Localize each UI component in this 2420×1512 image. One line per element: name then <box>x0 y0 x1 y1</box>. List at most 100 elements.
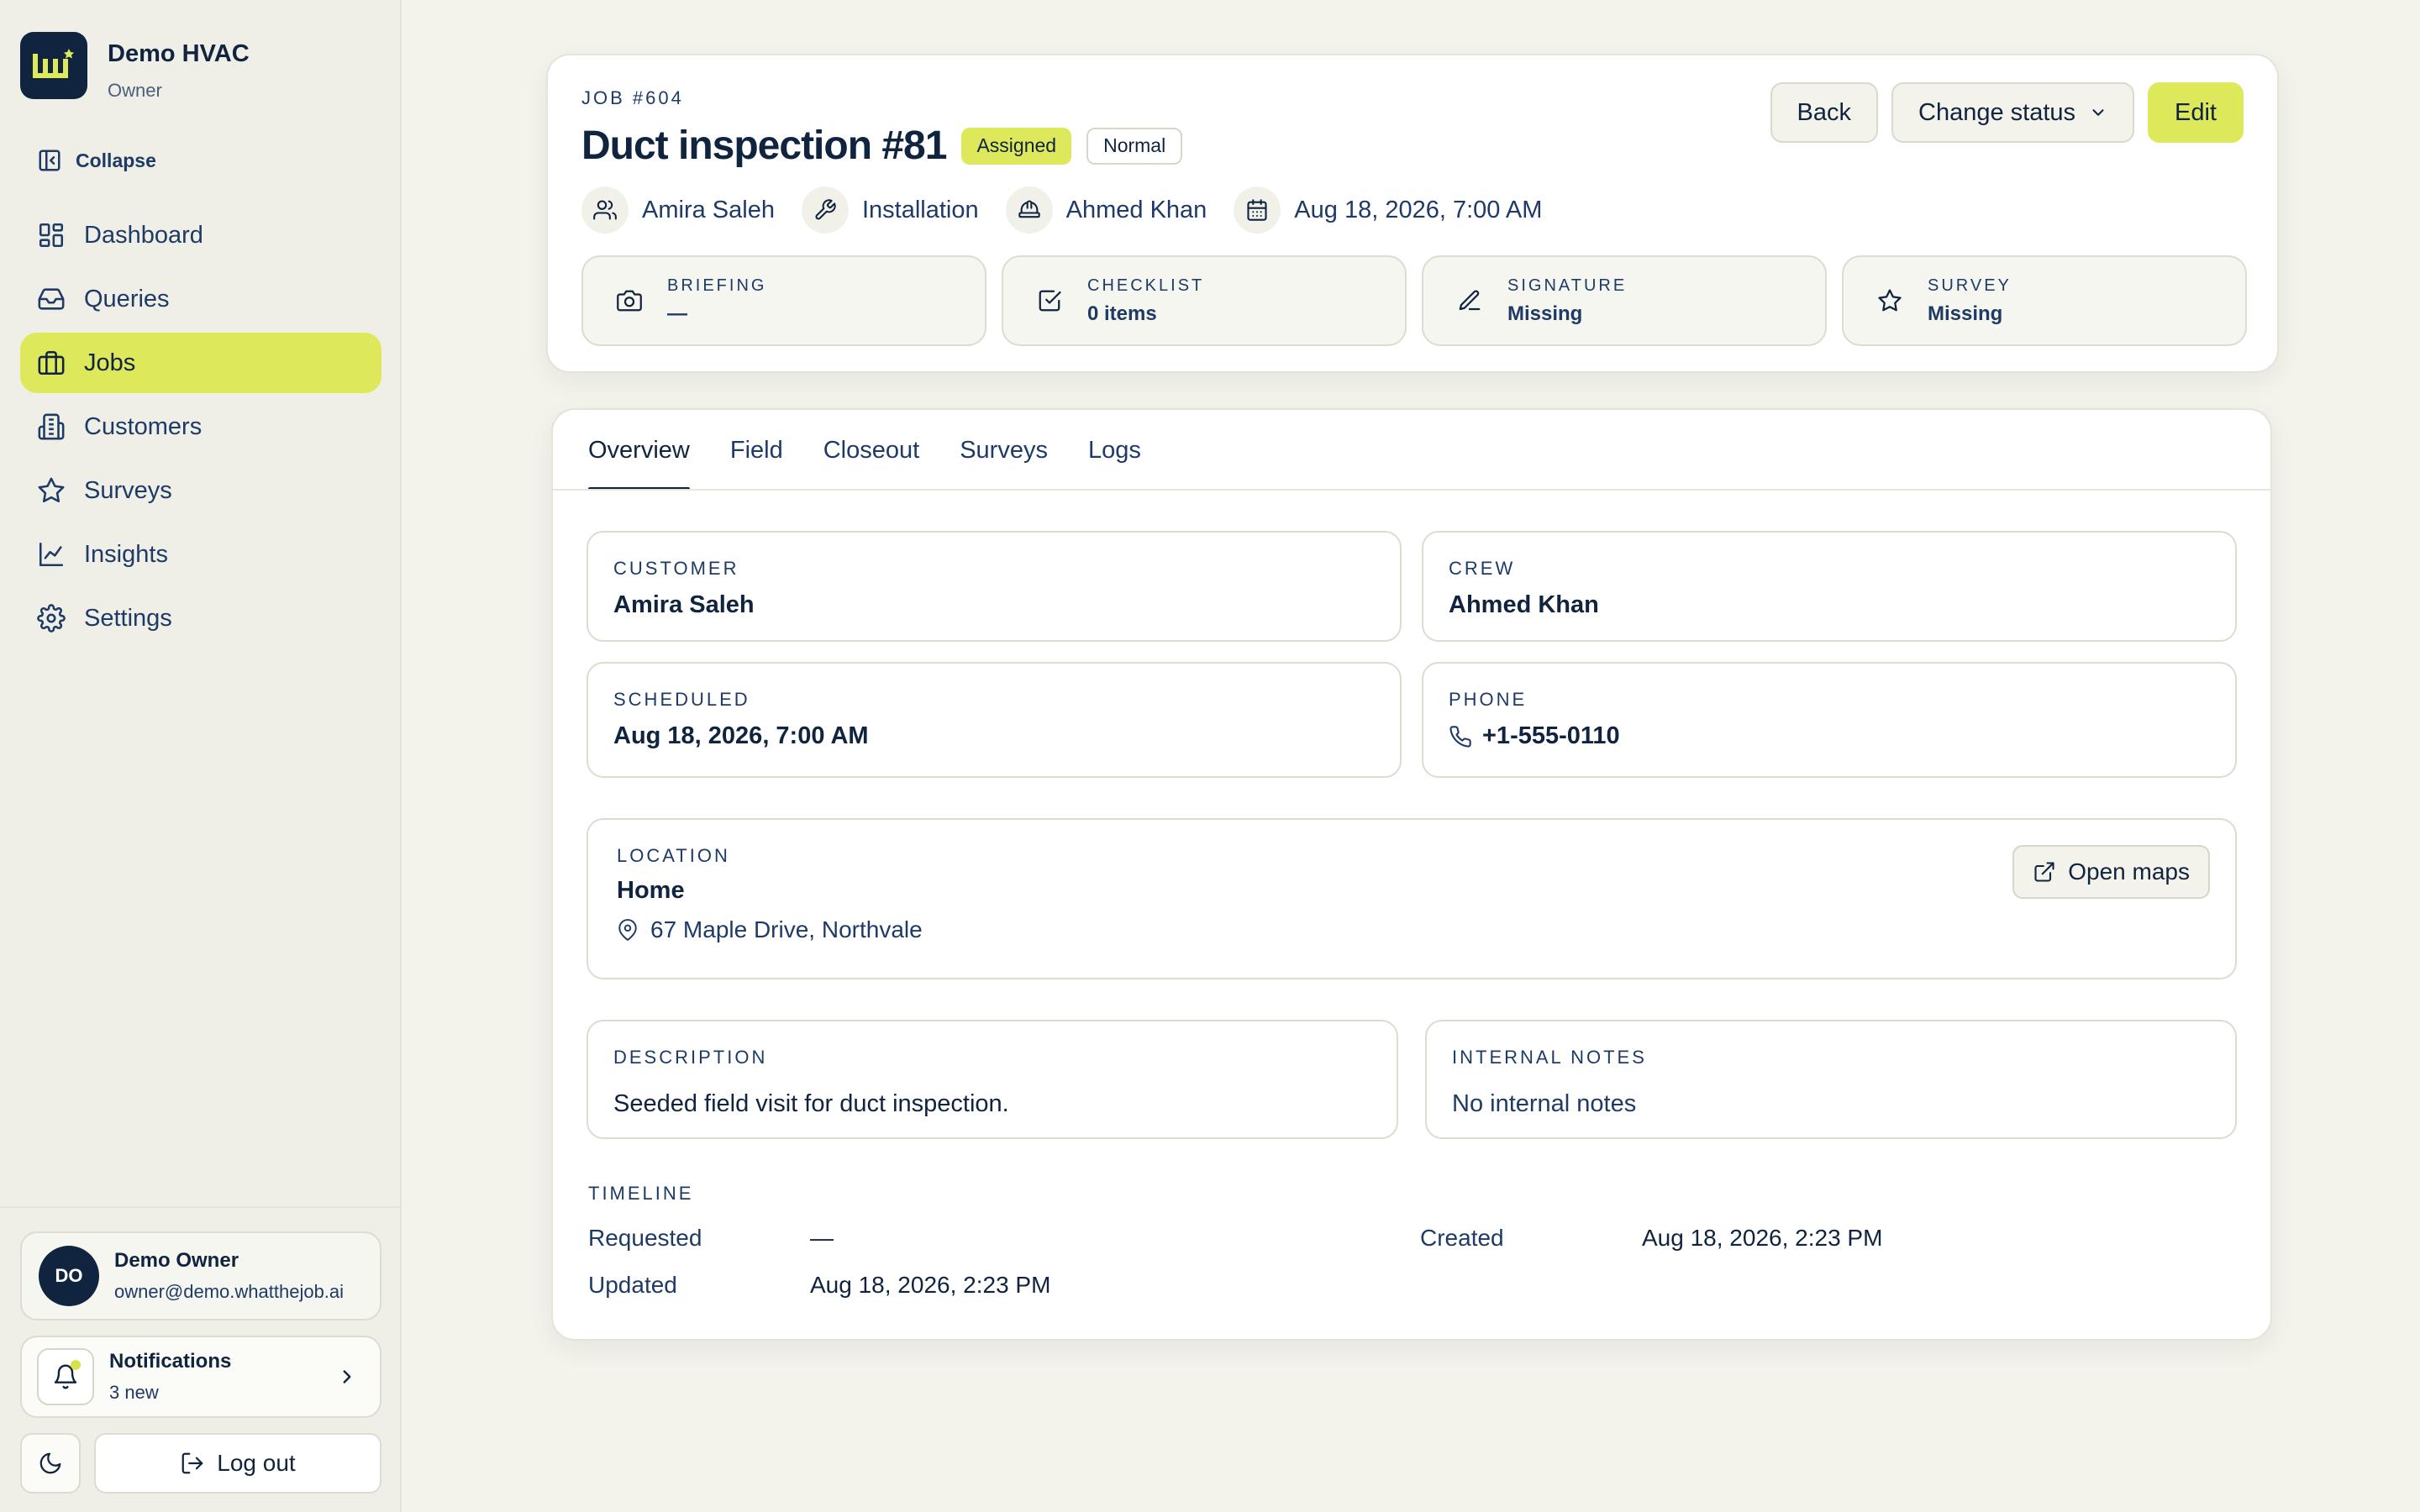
scheduled-field: SCHEDULED Aug 18, 2026, 7:00 AM <box>587 662 1402 778</box>
sidebar-item-label: Insights <box>84 540 168 568</box>
back-button[interactable]: Back <box>1770 82 1878 143</box>
tab-overview[interactable]: Overview <box>588 410 690 491</box>
map-pin-icon <box>618 919 637 941</box>
tab-closeout[interactable]: Closeout <box>823 410 919 491</box>
tab-field[interactable]: Field <box>730 410 783 491</box>
field-label: DESCRIPTION <box>613 1047 768 1068</box>
star-icon <box>1878 289 1902 312</box>
gear-icon <box>37 604 66 633</box>
chevron-right-icon <box>343 1370 351 1383</box>
theme-toggle-button[interactable] <box>20 1433 81 1494</box>
field-label: CREW <box>1449 558 1516 579</box>
user-name: Demo Owner <box>114 1249 239 1272</box>
meta-scheduled-text: Aug 18, 2026, 7:00 AM <box>1294 196 1543 223</box>
logout-icon <box>182 1452 203 1474</box>
tab-bar: Overview Field Closeout Surveys Logs <box>588 410 1181 491</box>
sidebar-item-settings[interactable]: Settings <box>20 588 381 648</box>
stat-checklist[interactable]: CHECKLIST 0 items <box>1002 255 1407 346</box>
open-maps-label: Open maps <box>2068 858 2190 885</box>
avatar: DO <box>39 1246 99 1306</box>
user-card[interactable]: DO Demo Owner owner@demo.whatthejob.ai <box>20 1231 381 1320</box>
logout-button[interactable]: Log out <box>94 1433 381 1494</box>
phone-value: +1-555-0110 <box>1482 722 1620 749</box>
meta-crew[interactable]: Ahmed Khan <box>1005 186 1207 234</box>
star-icon <box>38 477 65 503</box>
sidebar-item-label: Settings <box>84 604 172 632</box>
meta-customer[interactable]: Amira Saleh <box>581 186 775 234</box>
sidebar-item-label: Customers <box>84 412 203 440</box>
chart-icon <box>39 542 64 567</box>
building-icon <box>38 413 65 440</box>
timeline-requested-value: — <box>810 1225 834 1251</box>
meta-type: Installation <box>801 186 979 234</box>
user-email: owner@demo.whatthejob.ai <box>114 1281 345 1302</box>
notification-dot <box>71 1360 81 1370</box>
collapse-button[interactable]: Collapse <box>37 148 156 173</box>
phone-field: PHONE +1-555-0110 <box>1422 662 2237 778</box>
sidebar-item-label: Dashboard <box>84 221 203 249</box>
timeline-created-label: Created <box>1420 1225 1504 1251</box>
pen-icon <box>1459 290 1481 311</box>
tabs-divider <box>553 489 2270 491</box>
meta-type-text: Installation <box>861 196 979 223</box>
header-actions: Back Change status Edit <box>1757 82 2244 143</box>
notifications-button[interactable]: Notifications 3 new <box>20 1336 381 1418</box>
customer-value[interactable]: Amira Saleh <box>613 591 1400 619</box>
description-field: DESCRIPTION Seeded field visit for duct … <box>587 1020 1398 1139</box>
sidebar-collapse-icon <box>39 150 60 171</box>
job-detail-panel: Overview Field Closeout Surveys Logs CUS… <box>551 408 2272 1341</box>
notifications-count: 3 new <box>109 1382 159 1403</box>
stat-label: BRIEFING <box>667 276 767 295</box>
field-label: LOCATION <box>617 845 730 866</box>
job-header-card: JOB #604 Duct inspection #81 Assigned No… <box>546 54 2279 373</box>
collapse-label: Collapse <box>76 149 156 171</box>
field-label: PHONE <box>1449 689 1528 710</box>
notifications-title: Notifications <box>109 1350 232 1373</box>
checkbox-icon <box>1039 290 1061 312</box>
timeline-updated-label: Updated <box>588 1272 677 1298</box>
sidebar-item-dashboard[interactable]: Dashboard <box>20 205 381 265</box>
stat-value: Missing <box>1507 302 1583 325</box>
wrench-icon <box>815 199 836 220</box>
stat-briefing[interactable]: BRIEFING — <box>581 255 986 346</box>
sidebar-item-jobs[interactable]: Jobs <box>20 333 381 393</box>
stat-label: SURVEY <box>1928 276 2012 295</box>
stat-value: 0 items <box>1087 302 1157 325</box>
sidebar-item-customers[interactable]: Customers <box>20 396 381 457</box>
description-value: Seeded field visit for duct inspection. <box>613 1090 1009 1117</box>
meta-scheduled: Aug 18, 2026, 7:00 AM <box>1234 186 1542 234</box>
tab-logs[interactable]: Logs <box>1088 410 1141 491</box>
logout-label: Log out <box>217 1450 296 1476</box>
sidebar-item-queries[interactable]: Queries <box>20 269 381 329</box>
stat-signature[interactable]: SIGNATURE Missing <box>1422 255 1827 346</box>
sidebar-item-label: Queries <box>84 285 170 312</box>
sidebar-item-surveys[interactable]: Surveys <box>20 460 381 521</box>
brand-name: Demo HVAC <box>108 40 250 67</box>
external-link-icon <box>2034 862 2054 882</box>
sidebar: Demo HVAC Owner Collapse Dashboard Queri… <box>0 0 402 1512</box>
users-icon <box>593 200 617 220</box>
brand[interactable]: Demo HVAC Owner <box>20 32 250 102</box>
tab-surveys[interactable]: Surveys <box>960 410 1048 491</box>
field-label: SCHEDULED <box>613 689 750 710</box>
phone-link[interactable]: +1-555-0110 <box>1449 722 2235 750</box>
sidebar-item-insights[interactable]: Insights <box>20 524 381 585</box>
change-status-button[interactable]: Change status <box>1891 82 2135 143</box>
location-name: Home <box>617 877 685 904</box>
stat-survey[interactable]: SURVEY Missing <box>1842 255 2247 346</box>
moon-icon <box>39 1452 61 1474</box>
field-label: CUSTOMER <box>613 558 739 579</box>
crew-field: CREW Ahmed Khan <box>1422 531 2237 642</box>
open-maps-button[interactable]: Open maps <box>2012 845 2210 899</box>
meta-customer-text: Amira Saleh <box>642 196 775 223</box>
internal-notes-field: INTERNAL NOTES No internal notes <box>1425 1020 2237 1139</box>
customer-field: CUSTOMER Amira Saleh <box>587 531 1402 642</box>
timeline-heading: TIMELINE <box>588 1183 694 1204</box>
stat-value: — <box>667 302 687 325</box>
edit-button[interactable]: Edit <box>2148 82 2244 143</box>
internal-notes-value: No internal notes <box>1452 1090 1637 1117</box>
crew-value[interactable]: Ahmed Khan <box>1449 591 2235 619</box>
stat-value: Missing <box>1928 302 2003 325</box>
scheduled-value: Aug 18, 2026, 7:00 AM <box>613 722 869 749</box>
change-status-label: Change status <box>1918 98 2076 126</box>
